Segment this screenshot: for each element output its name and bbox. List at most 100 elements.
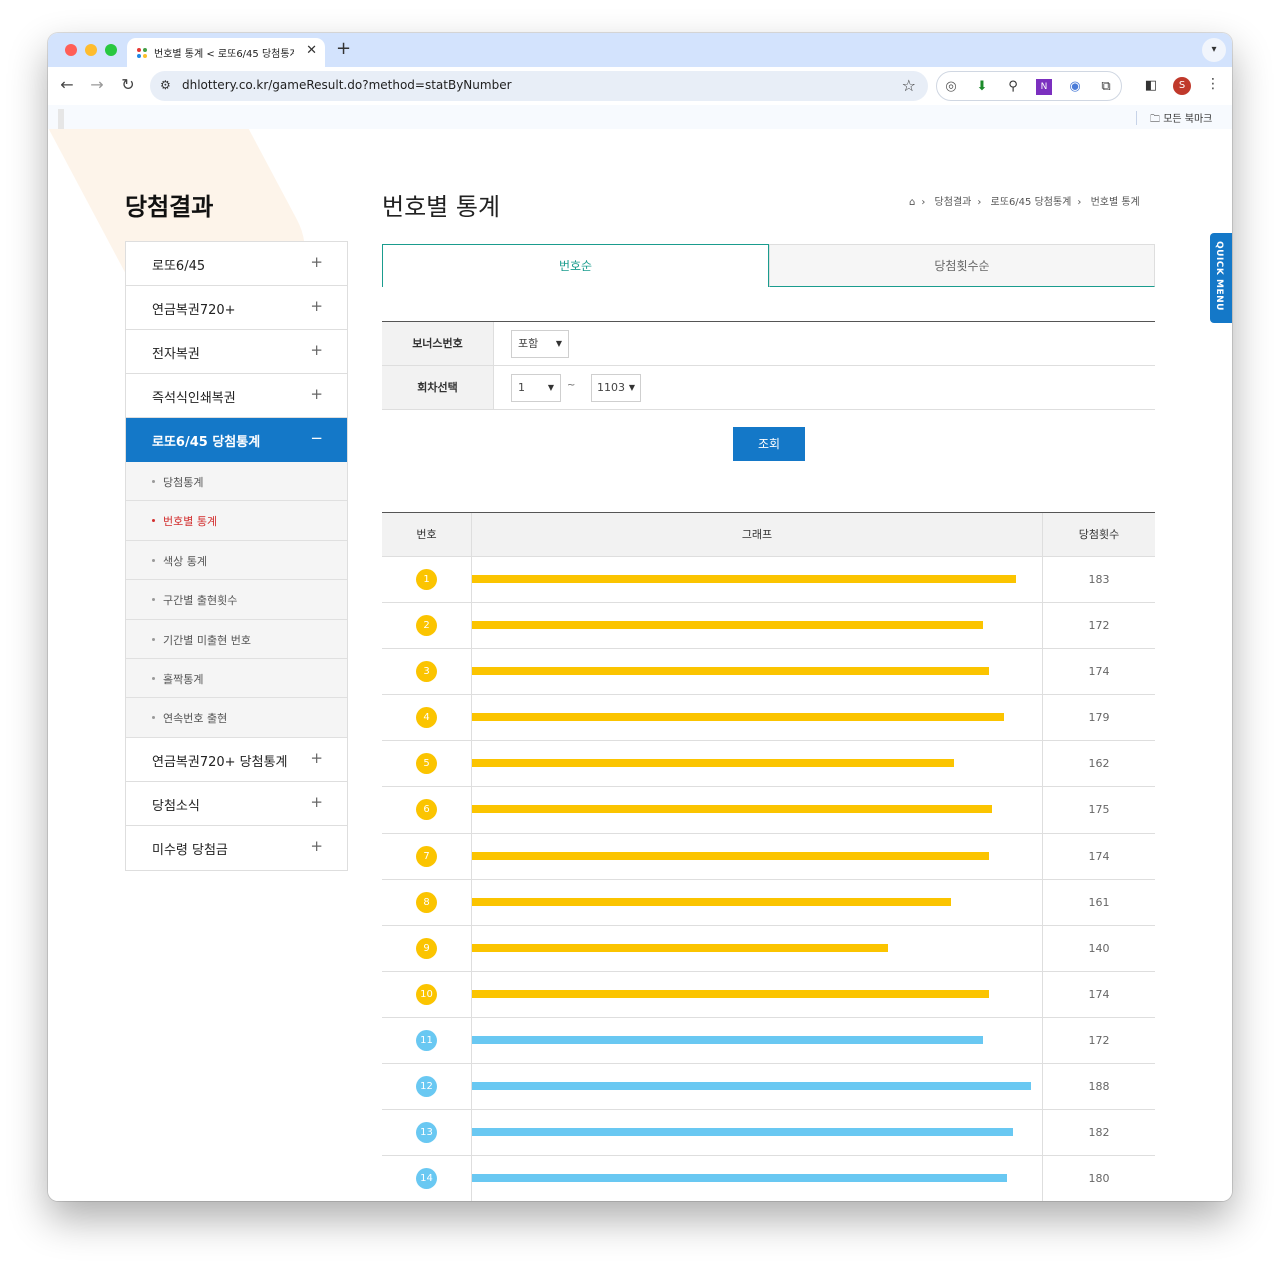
table-row: 5 162 xyxy=(382,741,1155,788)
header-number: 번호 xyxy=(382,513,472,557)
sidebar-item-pension-stats[interactable]: 연금복권720+ 당첨통계 + xyxy=(126,737,347,782)
table-row: 14 180 xyxy=(382,1156,1155,1201)
tab-number-order[interactable]: 번호순 xyxy=(382,244,769,287)
sidebar-menu: 로또6/45 + 연금복권720+ + 전자복권 + 즉석식인쇄복권 + 로또6… xyxy=(125,241,348,871)
folder-icon: 🗀 xyxy=(1150,114,1160,125)
count-value: 174 xyxy=(1088,665,1110,679)
round-from-select[interactable]: 1 ▼ xyxy=(511,374,561,402)
browser-window: 번호별 통계 < 로또6/45 당첨통계 ✕ + ▾ ← → ↻ ⚙ dhlot… xyxy=(48,33,1232,1201)
sidebar-item-instant[interactable]: 즉석식인쇄복권 + xyxy=(126,374,347,418)
sidebar-item-label: 연금복권720+ 당첨통계 xyxy=(152,754,288,770)
reload-icon[interactable]: ↻ xyxy=(117,75,139,94)
new-tab-icon[interactable]: + xyxy=(336,38,351,59)
all-bookmarks-label: 모든 북마크 xyxy=(1163,114,1213,125)
translate-extension-icon[interactable]: ◎ xyxy=(943,79,959,95)
tab-close-icon[interactable]: ✕ xyxy=(306,43,317,58)
sidebar-item-electronic[interactable]: 전자복권 + xyxy=(126,330,347,374)
tab-count-order[interactable]: 당첨횟수순 xyxy=(769,244,1155,287)
url-text[interactable]: dhlottery.co.kr/gameResult.do?method=sta… xyxy=(182,78,512,92)
browser-toolbar: ← → ↻ ⚙ dhlottery.co.kr/gameResult.do?me… xyxy=(48,67,1232,105)
side-panel-icon[interactable]: ◧ xyxy=(1143,78,1159,94)
number-cell: 9 xyxy=(382,925,472,972)
round-to-select[interactable]: 1103 ▼ xyxy=(591,374,641,402)
count-bar xyxy=(472,1174,1007,1183)
quick-menu-button[interactable]: QUICK MENU xyxy=(1210,233,1232,323)
puzzle-extension-icon[interactable]: ⧉ xyxy=(1098,79,1114,95)
count-bar xyxy=(472,989,989,998)
table-row: 13 182 xyxy=(382,1110,1155,1157)
header-graph: 그래프 xyxy=(472,513,1043,557)
count-bar xyxy=(472,713,1004,722)
chevron-right-icon: › xyxy=(1077,197,1082,208)
number-cell: 2 xyxy=(382,603,472,650)
extensions-group: ◎ ⬇ ⚲ N ◉ ⧉ xyxy=(936,71,1122,101)
sidebar-item-label: 즉석식인쇄복권 xyxy=(152,391,236,406)
sidebar-subitem-color-stats[interactable]: 색상 통계 xyxy=(126,540,347,581)
site-settings-icon[interactable]: ⚙ xyxy=(160,78,171,92)
breadcrumb-item[interactable]: 당첨결과 xyxy=(935,197,972,208)
sidebar-item-pension720[interactable]: 연금복권720+ + xyxy=(126,286,347,330)
sidebar-item-unclaimed[interactable]: 미수령 당첨금 + xyxy=(126,825,347,870)
sidebar-subitem-range-stats[interactable]: 구간별 출현횟수 xyxy=(126,580,347,620)
tab-title: 번호별 통계 < 로또6/45 당첨통계 xyxy=(154,49,294,60)
profile-avatar[interactable]: S xyxy=(1173,77,1191,95)
sidebar-item-news[interactable]: 당첨소식 + xyxy=(126,781,347,826)
all-bookmarks-button[interactable]: 🗀 모든 북마크 xyxy=(1150,110,1212,129)
breadcrumb-item[interactable]: 로또6/45 당첨통계 xyxy=(991,197,1072,208)
tab-search-chevron-icon[interactable]: ▾ xyxy=(1202,38,1226,62)
onenote-extension-icon[interactable]: N xyxy=(1036,79,1052,95)
sidebar-item-lotto-stats[interactable]: 로또6/45 당첨통계 − xyxy=(126,418,347,462)
forward-arrow-icon[interactable]: → xyxy=(86,75,108,94)
table-row: 4 179 xyxy=(382,695,1155,742)
header-count: 당첨횟수 xyxy=(1078,528,1120,541)
sidebar-subitem-missing-stats[interactable]: 기간별 미출현 번호 xyxy=(126,619,347,659)
close-window-button[interactable] xyxy=(65,44,77,56)
search-button[interactable]: 조회 xyxy=(733,427,805,461)
count-bar xyxy=(472,943,888,952)
graph-cell xyxy=(472,1156,1043,1201)
browser-tab[interactable]: 번호별 통계 < 로또6/45 당첨통계 ✕ xyxy=(127,38,325,67)
breadcrumb: ⌂ › 당첨결과 › 로또6/45 당첨통계 › 번호별 통계 xyxy=(906,193,1143,208)
address-bar[interactable]: ⚙ dhlottery.co.kr/gameResult.do?method=s… xyxy=(150,71,928,101)
web-page: 당첨결과 로또6/45 + 연금복권720+ + 전자복권 + 즉석식인쇄복권 … xyxy=(48,129,1232,1201)
bonus-select[interactable]: 포함 ▼ xyxy=(511,330,569,358)
sidebar-subitem-number-stats[interactable]: 번호별 통계 xyxy=(126,501,347,541)
browser-menu-icon[interactable]: ⋮ xyxy=(1206,76,1220,92)
maximize-window-button[interactable] xyxy=(105,44,117,56)
number-cell: 12 xyxy=(382,1064,472,1111)
table-row: 8 161 xyxy=(382,879,1155,926)
breadcrumb-item[interactable]: 번호별 통계 xyxy=(1091,197,1140,208)
count-value: 140 xyxy=(1088,941,1110,955)
sidebar-subitem-label: 연속번호 출현 xyxy=(163,712,228,726)
caret-down-icon: ▼ xyxy=(547,383,554,392)
sidebar-item-label: 당첨소식 xyxy=(152,798,200,814)
number-ball: 6 xyxy=(416,799,437,821)
count-value: 172 xyxy=(1088,619,1110,633)
graph-cell xyxy=(472,741,1043,788)
sidebar-subitem-label: 당첨통계 xyxy=(163,476,204,489)
sidebar-subitem-label: 기간별 미출현 번호 xyxy=(163,633,251,647)
sidebar-subitem-label: 홀짝통계 xyxy=(163,672,204,686)
search-extension-icon[interactable]: ◉ xyxy=(1067,79,1083,95)
sidebar-subitem-consecutive-stats[interactable]: 연속번호 출현 xyxy=(126,698,347,738)
bonus-label: 보너스번호 xyxy=(382,322,494,365)
number-cell: 5 xyxy=(382,741,472,788)
number-cell: 11 xyxy=(382,1017,472,1064)
sidebar-item-lotto645[interactable]: 로또6/45 + xyxy=(126,242,347,286)
number-cell: 1 xyxy=(382,557,472,603)
download-extension-icon[interactable]: ⬇ xyxy=(974,79,990,95)
table-row: 7 174 xyxy=(382,833,1155,880)
plus-icon: + xyxy=(310,385,323,403)
table-row: 12 188 xyxy=(382,1064,1155,1111)
number-cell: 7 xyxy=(382,833,472,880)
home-icon[interactable]: ⌂ xyxy=(909,197,915,208)
sidebar-subitem-win-stats[interactable]: 당첨통계 xyxy=(126,462,347,502)
bookmark-star-icon[interactable]: ☆ xyxy=(902,76,916,95)
sidebar-subitem-oddeven-stats[interactable]: 홀짝통계 xyxy=(126,658,347,699)
bike-extension-icon[interactable]: ⚲ xyxy=(1005,79,1021,95)
count-value: 179 xyxy=(1088,711,1110,725)
graph-cell xyxy=(472,557,1043,603)
minimize-window-button[interactable] xyxy=(85,44,97,56)
back-arrow-icon[interactable]: ← xyxy=(56,75,78,94)
count-value: 188 xyxy=(1088,1080,1110,1094)
